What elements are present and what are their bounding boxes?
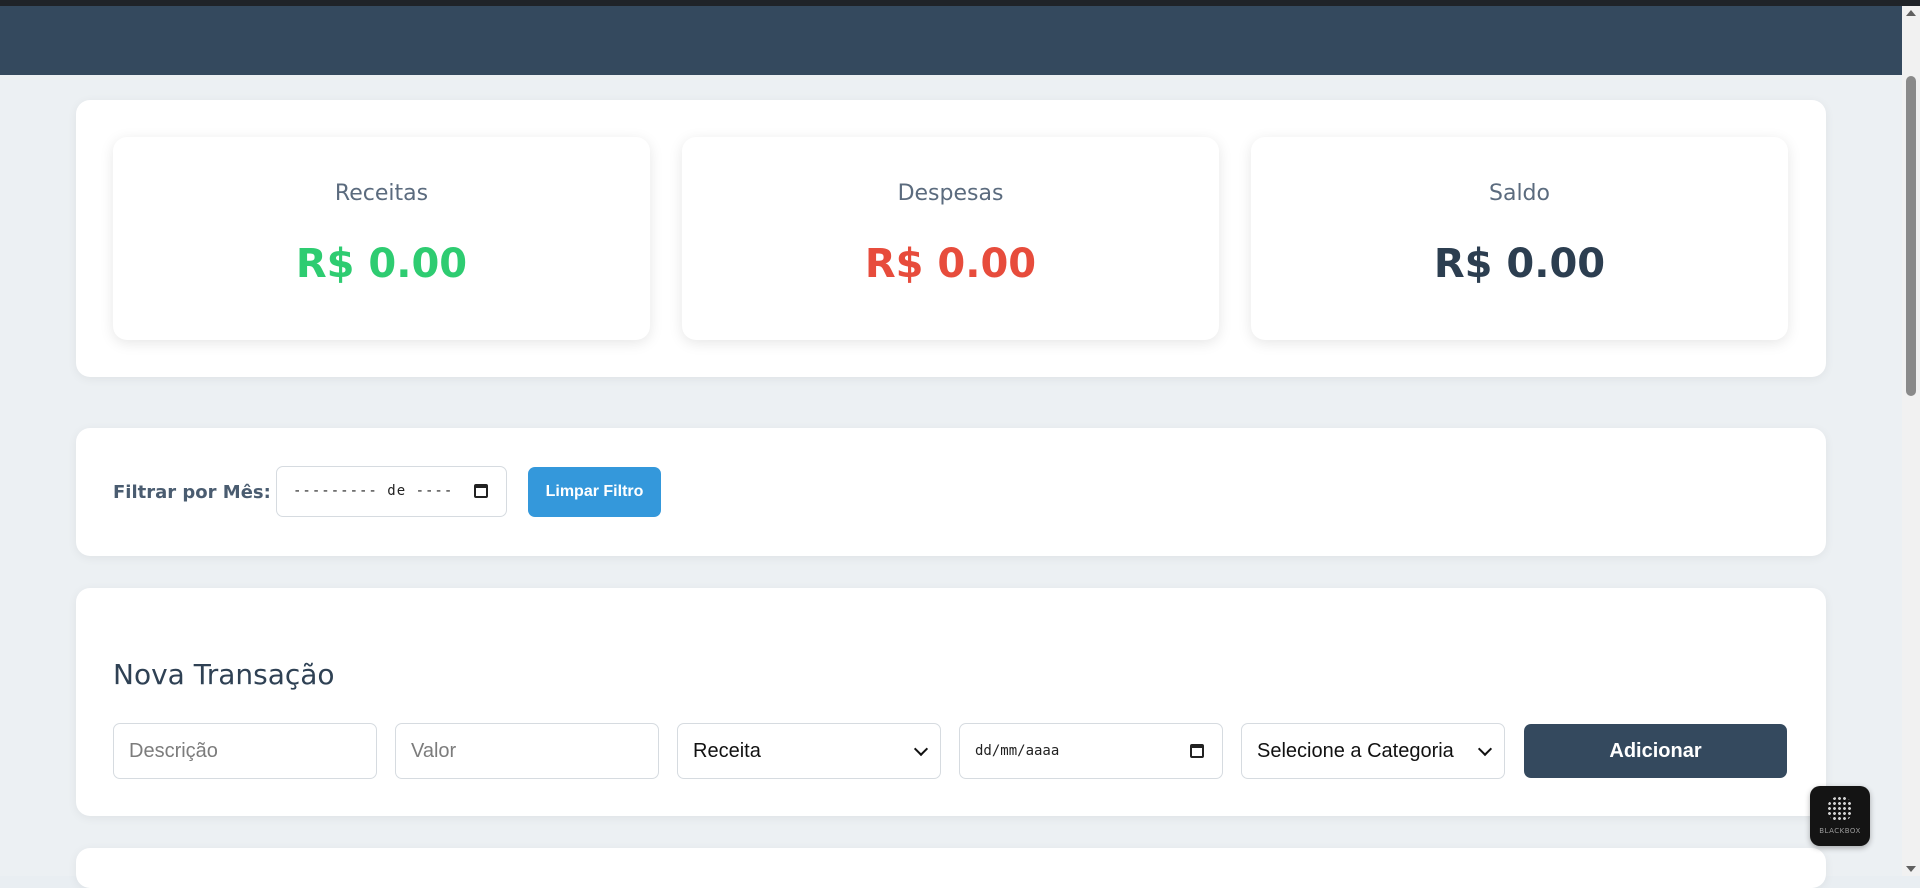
description-placeholder: Descrição	[129, 739, 218, 762]
date-input[interactable]: dd/mm/aaaa	[959, 723, 1223, 779]
value-input[interactable]: Valor	[395, 723, 659, 779]
type-select[interactable]: Receita	[677, 723, 941, 779]
income-card: Receitas R$ 0.00	[113, 137, 650, 340]
balance-card: Saldo R$ 0.00	[1251, 137, 1788, 340]
value-placeholder: Valor	[411, 739, 457, 762]
new-transaction-panel: Nova Transação Descrição Valor Receita d…	[76, 588, 1826, 816]
scroll-down-arrow-icon[interactable]	[1906, 866, 1916, 872]
income-label: Receitas	[334, 181, 429, 206]
page-scrollbar[interactable]	[1902, 6, 1920, 876]
add-button[interactable]: Adicionar	[1524, 724, 1787, 778]
scroll-up-arrow-icon[interactable]	[1906, 10, 1916, 16]
month-filter-value: --------- de ----	[293, 483, 454, 499]
chevron-down-icon	[913, 741, 929, 757]
expense-card: Despesas R$ 0.00	[682, 137, 1219, 340]
transactions-panel-partial	[76, 848, 1826, 888]
summary-panel: Receitas R$ 0.00 Despesas R$ 0.00 Saldo …	[76, 100, 1826, 377]
expense-label: Despesas	[897, 181, 1004, 206]
blackbox-logo-icon	[1827, 796, 1853, 822]
description-input[interactable]: Descrição	[113, 723, 377, 779]
month-filter-input[interactable]: --------- de ----	[276, 466, 507, 517]
filter-label: Filtrar por Mês:	[113, 482, 271, 503]
scroll-thumb[interactable]	[1906, 76, 1916, 396]
date-placeholder: dd/mm/aaaa	[975, 743, 1060, 759]
form-title: Nova Transação	[113, 658, 335, 691]
calendar-icon[interactable]	[474, 484, 488, 498]
type-selected-value: Receita	[693, 739, 761, 762]
category-selected-value: Selecione a Categoria	[1257, 739, 1454, 762]
income-value: R$ 0.00	[295, 241, 468, 287]
balance-label: Saldo	[1489, 181, 1550, 206]
filter-panel: Filtrar por Mês: --------- de ---- Limpa…	[76, 428, 1826, 556]
app-header	[0, 6, 1902, 75]
clear-filter-button[interactable]: Limpar Filtro	[528, 467, 661, 517]
expense-value: R$ 0.00	[864, 241, 1037, 287]
category-select[interactable]: Selecione a Categoria	[1241, 723, 1505, 779]
balance-value: R$ 0.00	[1433, 241, 1606, 287]
calendar-icon[interactable]	[1190, 744, 1204, 758]
blackbox-label: BLACKBOX	[1819, 827, 1861, 835]
chevron-down-icon	[1477, 741, 1493, 757]
blackbox-widget-button[interactable]: BLACKBOX	[1810, 786, 1870, 846]
